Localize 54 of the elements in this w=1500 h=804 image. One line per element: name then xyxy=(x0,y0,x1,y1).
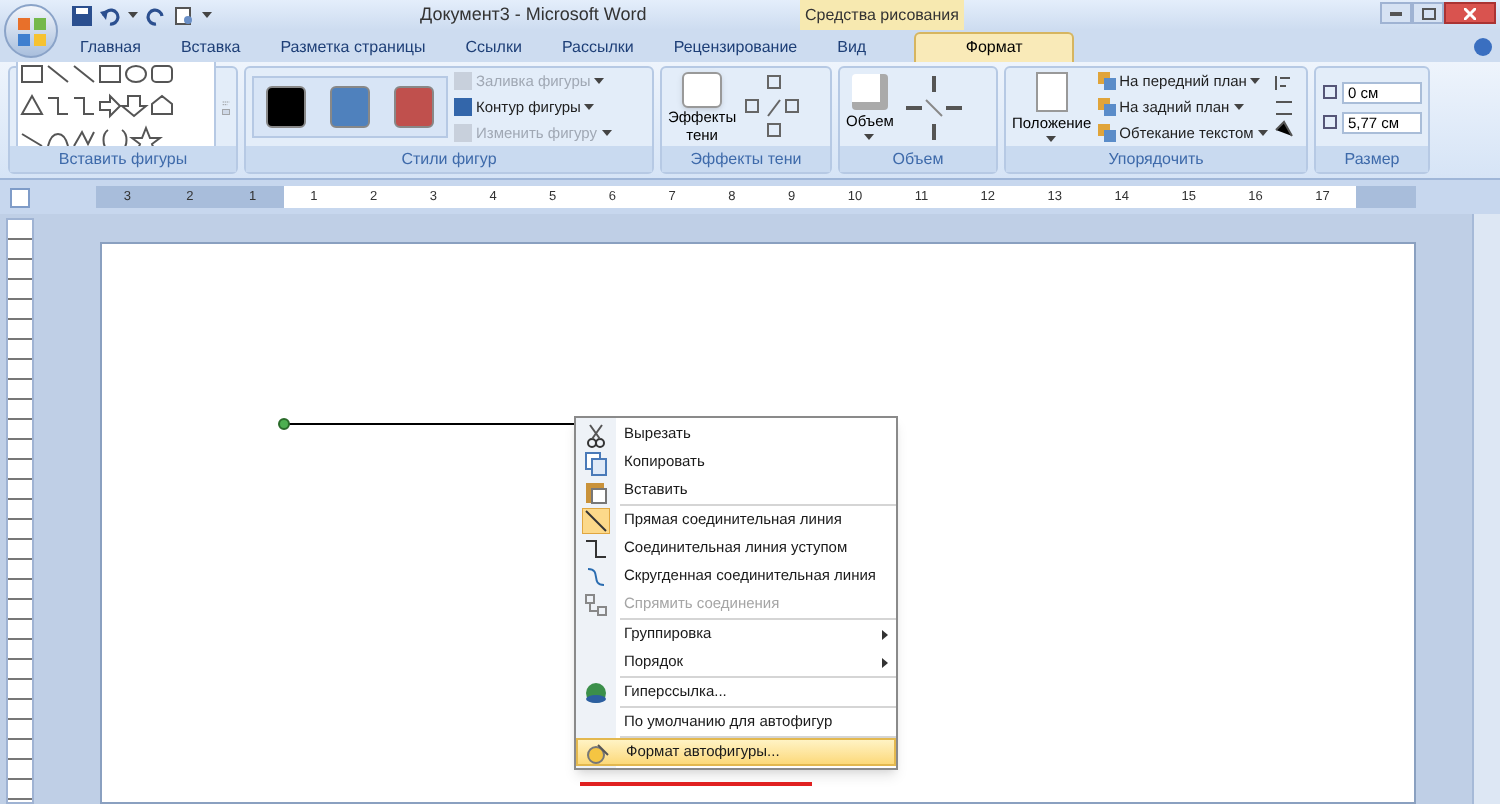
caret-icon xyxy=(1046,135,1057,142)
caret-icon xyxy=(202,12,212,18)
ribbon-tab[interactable]: Разметка страницы xyxy=(260,32,446,62)
group-label: Упорядочить xyxy=(1006,146,1306,172)
scissors-icon xyxy=(582,421,610,447)
close-button[interactable] xyxy=(1444,2,1496,24)
style-swatch[interactable] xyxy=(394,86,434,128)
globe-icon xyxy=(582,679,610,705)
group-label: Объем xyxy=(840,146,996,172)
copy-icon xyxy=(582,449,610,475)
ribbon-tab[interactable]: Главная xyxy=(60,32,161,62)
contextual-tab-label: Средства рисования xyxy=(800,0,964,30)
tab-selector[interactable] xyxy=(10,187,30,207)
caret-icon xyxy=(1233,104,1244,110)
height-icon xyxy=(1322,84,1338,100)
ribbon-tab[interactable]: Вид xyxy=(817,32,887,62)
print-preview-icon[interactable] xyxy=(174,5,194,25)
style-swatch[interactable] xyxy=(266,86,306,128)
ribbon-tab[interactable]: Рассылки xyxy=(541,32,654,62)
group-label: Стили фигур xyxy=(246,146,652,172)
shadow-nudge-icon[interactable] xyxy=(742,71,803,143)
caret-icon xyxy=(584,104,595,110)
submenu-arrow-icon xyxy=(882,629,888,639)
minimize-icon xyxy=(1390,11,1402,15)
caret-icon xyxy=(1257,130,1268,137)
minimize-button[interactable] xyxy=(1380,2,1412,24)
connector-icon xyxy=(582,591,610,617)
office-logo-icon xyxy=(17,17,45,45)
group-label: Вставить фигуры xyxy=(10,146,236,172)
group-label: Эффекты тени xyxy=(662,146,830,172)
maximize-button[interactable] xyxy=(1412,2,1444,24)
caret-icon xyxy=(601,130,612,137)
save-icon[interactable] xyxy=(72,5,92,25)
clipboard-icon xyxy=(582,477,610,503)
help-icon[interactable] xyxy=(1474,38,1492,56)
ribbon-tab[interactable]: Вставка xyxy=(160,32,261,62)
maximize-icon xyxy=(1421,7,1435,19)
ribbon-tab[interactable]: Рецензирование xyxy=(653,32,818,62)
caret-icon xyxy=(594,77,605,84)
undo-icon[interactable] xyxy=(100,5,120,25)
format-shape-icon xyxy=(584,739,612,765)
redo-icon[interactable] xyxy=(146,5,166,25)
ribbon-tab[interactable]: Ссылки xyxy=(445,32,542,62)
caret-icon xyxy=(128,12,138,18)
ruler-margin xyxy=(1356,186,1416,208)
width-icon xyxy=(1322,114,1338,130)
caret-icon xyxy=(1250,77,1261,84)
caret-icon xyxy=(864,133,875,140)
style-swatch[interactable] xyxy=(330,86,370,128)
window-title: Документ3 - Microsoft Word xyxy=(420,2,647,28)
submenu-arrow-icon xyxy=(882,657,888,667)
ribbon-tab[interactable]: Формат xyxy=(914,32,1075,62)
close-icon xyxy=(1464,7,1476,19)
group-label: Размер xyxy=(1316,146,1428,172)
